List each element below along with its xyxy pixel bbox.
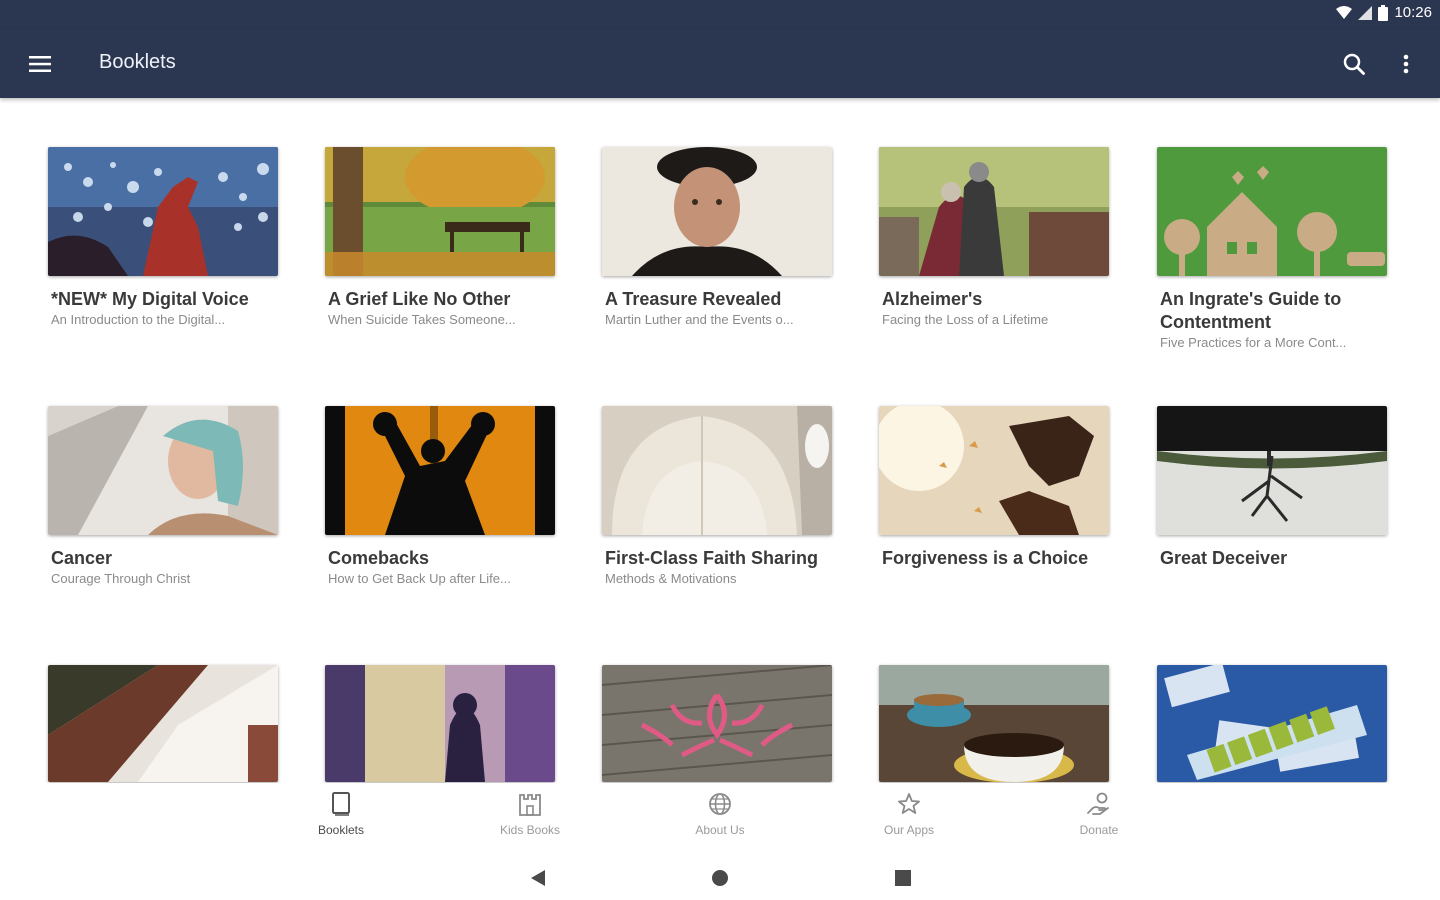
nav-label: Our Apps xyxy=(883,823,935,837)
nav-label: Booklets xyxy=(317,823,365,837)
booklet-title: Comebacks xyxy=(328,548,430,568)
app-bar: Booklets xyxy=(0,30,1440,98)
booklet-card[interactable] xyxy=(1157,665,1387,782)
booklet-title: Alzheimer's xyxy=(882,289,983,309)
booklet-thumbnail xyxy=(1157,406,1387,535)
booklet-card[interactable]: An Ingrate's Guide to Contentment Five P… xyxy=(1157,147,1387,350)
battery-icon xyxy=(1378,4,1389,21)
booklet-subtitle: When Suicide Takes Someone... xyxy=(328,312,516,327)
page-title: Booklets xyxy=(99,51,176,73)
nav-label: Donate xyxy=(1079,823,1119,837)
booklet-card[interactable]: A Grief Like No Other When Suicide Takes… xyxy=(325,147,555,327)
booklet-title: Great Deceiver xyxy=(1160,548,1288,568)
more-options-button[interactable] xyxy=(1392,48,1420,80)
book-icon xyxy=(332,792,350,816)
booklet-card[interactable] xyxy=(48,665,278,782)
booklet-thumbnail xyxy=(602,406,832,535)
star-icon xyxy=(898,793,920,814)
menu-button[interactable] xyxy=(24,48,56,80)
search-button[interactable] xyxy=(1338,48,1370,80)
nav-donate[interactable]: Donate xyxy=(1044,791,1154,837)
booklet-thumbnail xyxy=(325,665,555,782)
booklet-thumbnail xyxy=(879,406,1109,535)
back-icon xyxy=(531,870,545,886)
booklet-thumbnail xyxy=(879,665,1109,782)
booklet-title: A Grief Like No Other xyxy=(328,289,511,309)
booklet-card[interactable]: A Treasure Revealed Martin Luther and th… xyxy=(602,147,832,327)
booklet-thumbnail xyxy=(879,147,1109,276)
booklet-thumbnail xyxy=(325,406,555,535)
booklet-subtitle: Courage Through Christ xyxy=(51,571,191,586)
status-icons: 10:26 xyxy=(1336,4,1432,21)
nav-label: About Us xyxy=(695,823,745,837)
booklet-thumbnail xyxy=(1157,665,1387,782)
booklet-thumbnail xyxy=(1157,147,1387,276)
bottom-navigation: Booklets Kids Books About Us Our Apps Do… xyxy=(0,783,1440,853)
booklet-title: First-Class Faith Sharing xyxy=(605,548,819,568)
globe-icon xyxy=(709,793,731,815)
booklet-subtitle: Facing the Loss of a Lifetime xyxy=(882,312,1049,327)
booklet-card[interactable]: First-Class Faith Sharing Methods & Moti… xyxy=(602,406,832,586)
nav-booklets[interactable]: Booklets xyxy=(286,791,396,837)
booklet-card[interactable]: *NEW* My Digital Voice An Introduction t… xyxy=(48,147,278,327)
status-bar: 10:26 xyxy=(0,0,1440,30)
wifi-icon xyxy=(1336,5,1353,20)
booklet-title: A Treasure Revealed xyxy=(605,289,782,309)
menu-icon xyxy=(29,56,51,72)
search-icon xyxy=(1343,53,1365,75)
booklet-thumbnail xyxy=(325,147,555,276)
booklet-title: *NEW* My Digital Voice xyxy=(51,289,249,309)
booklet-thumbnail xyxy=(602,665,832,782)
system-navigation-bar xyxy=(0,853,1440,900)
booklet-title: An Ingrate's Guide to Contentment xyxy=(1160,289,1342,332)
signal-icon xyxy=(1358,5,1373,20)
booklet-card[interactable]: Forgiveness is a Choice xyxy=(879,406,1109,570)
nav-our-apps[interactable]: Our Apps xyxy=(854,791,964,837)
nav-kids-books[interactable]: Kids Books xyxy=(475,791,585,837)
booklet-subtitle: An Introduction to the Digital... xyxy=(51,312,226,327)
booklet-card[interactable]: Great Deceiver xyxy=(1157,406,1387,570)
booklet-subtitle: Martin Luther and the Events o... xyxy=(605,312,794,327)
booklet-thumbnail xyxy=(48,406,278,535)
booklet-title: Forgiveness is a Choice xyxy=(882,548,1089,568)
booklet-card[interactable] xyxy=(602,665,832,782)
booklet-thumbnail xyxy=(602,147,832,276)
donate-hand-icon xyxy=(1087,792,1109,815)
status-time: 10:26 xyxy=(1394,4,1432,21)
booklet-card[interactable] xyxy=(325,665,555,782)
castle-icon xyxy=(519,794,541,816)
booklet-title: Cancer xyxy=(51,548,113,568)
booklet-thumbnail xyxy=(48,147,278,276)
home-button[interactable] xyxy=(705,863,735,893)
booklet-card[interactable] xyxy=(879,665,1109,782)
nav-about-us[interactable]: About Us xyxy=(665,791,775,837)
home-icon xyxy=(712,870,728,886)
booklet-subtitle: Five Practices for a More Cont... xyxy=(1160,335,1347,350)
booklet-card[interactable]: Cancer Courage Through Christ xyxy=(48,406,278,586)
recents-icon xyxy=(895,870,911,886)
booklet-subtitle: How to Get Back Up after Life... xyxy=(328,571,511,586)
recents-button[interactable] xyxy=(888,863,918,893)
nav-label: Kids Books xyxy=(499,823,561,837)
app-root: 10:26 Booklets *NEW* My Digital Voice An… xyxy=(0,0,1440,900)
booklet-thumbnail xyxy=(48,665,278,782)
booklet-card[interactable]: Comebacks How to Get Back Up after Life.… xyxy=(325,406,555,586)
booklet-card[interactable]: Alzheimer's Facing the Loss of a Lifetim… xyxy=(879,147,1109,327)
booklet-subtitle: Methods & Motivations xyxy=(605,571,737,586)
back-button[interactable] xyxy=(523,863,553,893)
more-vert-icon xyxy=(1403,54,1409,74)
